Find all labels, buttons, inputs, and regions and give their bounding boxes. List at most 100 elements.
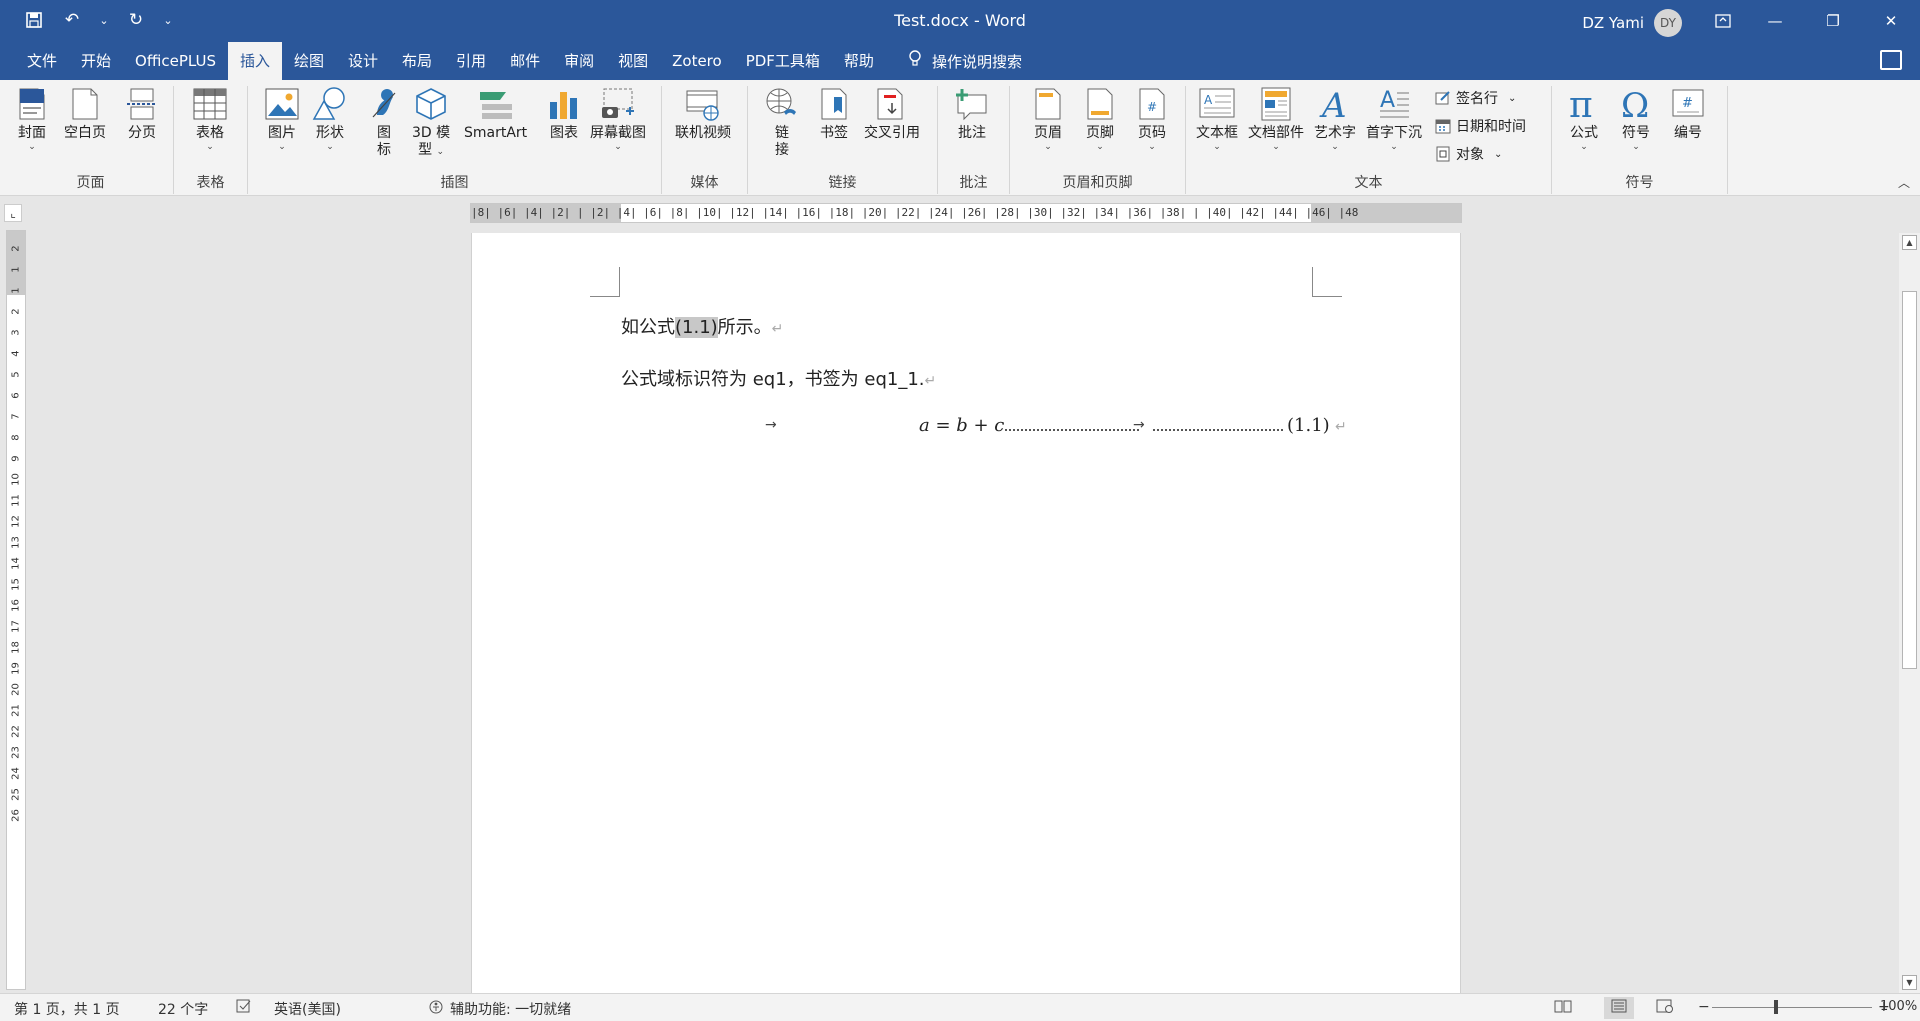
- date-time-button[interactable]: 日期和时间: [1434, 116, 1526, 136]
- header-button[interactable]: 页眉 ⌄: [1030, 86, 1066, 152]
- word-count[interactable]: 22 个字: [158, 999, 208, 1019]
- tab-zotero[interactable]: Zotero: [660, 42, 734, 80]
- undo-dropdown-icon[interactable]: ⌄: [98, 8, 110, 32]
- chart-button[interactable]: 图表: [546, 86, 582, 142]
- link-button[interactable]: 链 接: [764, 86, 800, 159]
- online-video-button[interactable]: 联机视频: [675, 86, 731, 142]
- crop-mark-top-right: [1312, 267, 1342, 297]
- smartart-button[interactable]: SmartArt: [464, 86, 527, 142]
- redo-icon[interactable]: ↻: [124, 8, 148, 32]
- paragraph-field-info[interactable]: 公式域标识符为 eq1，书签为 eq1_1.↵: [621, 365, 936, 391]
- zoom-slider[interactable]: [1712, 1007, 1872, 1008]
- signature-line-button[interactable]: 签名行 ⌄: [1434, 88, 1516, 108]
- page-number-button[interactable]: # 页码 ⌄: [1134, 86, 1170, 152]
- chevron-down-icon: ⌄: [278, 142, 286, 152]
- equation[interactable]: a = b + c: [919, 415, 1004, 436]
- vertical-ruler-tick: 23: [10, 746, 22, 759]
- shapes-button[interactable]: 形状 ⌄: [312, 86, 348, 152]
- blank-page-button[interactable]: 空白页: [64, 86, 106, 142]
- paragraph-reference[interactable]: 如公式(1.1)所示。↵: [621, 313, 783, 339]
- icons-button[interactable]: 图 标: [366, 86, 402, 159]
- tab-review[interactable]: 审阅: [552, 42, 606, 80]
- ribbon-display-options-icon[interactable]: [1700, 0, 1746, 42]
- new-comment-button[interactable]: 批注: [954, 86, 990, 142]
- document-page[interactable]: 如公式(1.1)所示。↵ 公式域标识符为 eq1，书签为 eq1_1.↵ → a…: [471, 233, 1461, 993]
- text-box-button[interactable]: A 文本框 ⌄: [1196, 86, 1238, 152]
- page-count[interactable]: 第 1 页，共 1 页: [14, 999, 120, 1019]
- group-label-illustrations: 插图: [440, 175, 469, 191]
- numbering-button[interactable]: # 编号: [1670, 86, 1706, 142]
- save-icon[interactable]: [22, 8, 46, 32]
- ribbon-insert: 封面 ⌄ 空白页 分页 页面 表格 ⌄ 表格 图片 ⌄ 形状 ⌄ 图 标 3D …: [0, 80, 1920, 196]
- page-break-button[interactable]: 分页: [124, 86, 160, 142]
- pictures-button[interactable]: 图片 ⌄: [264, 86, 300, 152]
- tab-file[interactable]: 文件: [15, 42, 69, 80]
- equation-line[interactable]: → a = b + c → (1.1) ↵: [621, 413, 1347, 439]
- page-number-icon: #: [1134, 86, 1170, 122]
- zoom-level[interactable]: 100%: [1880, 999, 1917, 1014]
- accessibility-icon[interactable]: [428, 999, 444, 1019]
- vertical-ruler-tick: 17: [10, 620, 22, 633]
- print-layout-icon[interactable]: [1604, 997, 1634, 1019]
- tab-references[interactable]: 引用: [444, 42, 498, 80]
- cross-reference-button[interactable]: 交叉引用: [864, 86, 920, 142]
- close-icon[interactable]: ✕: [1862, 0, 1920, 42]
- customize-qat-icon[interactable]: ⌄: [162, 8, 174, 32]
- vertical-scrollbar[interactable]: ▲ ▼: [1899, 233, 1920, 993]
- vertical-ruler-tick: 1: [10, 266, 22, 273]
- quick-parts-button[interactable]: 文档部件 ⌄: [1248, 86, 1304, 152]
- tab-design[interactable]: 设计: [336, 42, 390, 80]
- accessibility-status[interactable]: 辅助功能: 一切就绪: [450, 999, 571, 1019]
- tab-insert[interactable]: 插入: [227, 42, 282, 80]
- chevron-down-icon: ⌄: [1096, 142, 1104, 152]
- equation-button[interactable]: π 公式 ⌄: [1566, 86, 1602, 152]
- symbol-button[interactable]: Ω 符号 ⌄: [1618, 86, 1654, 152]
- read-mode-icon[interactable]: [1554, 999, 1572, 1017]
- scroll-down-icon[interactable]: ▼: [1902, 975, 1917, 990]
- bookmark-icon: [816, 86, 852, 122]
- tab-view[interactable]: 视图: [606, 42, 660, 80]
- vertical-ruler-tick: 10: [10, 473, 22, 486]
- bookmark-button[interactable]: 书签: [816, 86, 852, 142]
- equation-ref-field[interactable]: (1.1): [675, 317, 718, 338]
- minimize-icon[interactable]: —: [1746, 0, 1804, 42]
- scroll-up-icon[interactable]: ▲: [1902, 235, 1917, 250]
- vertical-ruler[interactable]: 2 1 1 2 3 4 5 6 7 8 9 10 11 12 13 14 15 16 17 18 19 20 21 22 23 2…: [6, 230, 26, 990]
- tab-arrow: →: [1133, 417, 1145, 433]
- tab-officeplus[interactable]: OfficePLUS: [123, 42, 228, 80]
- tab-home[interactable]: 开始: [69, 42, 123, 80]
- scroll-thumb[interactable]: [1902, 291, 1917, 669]
- tab-layout[interactable]: 布局: [390, 42, 444, 80]
- undo-icon[interactable]: ↶: [60, 8, 84, 32]
- footer-button[interactable]: 页脚 ⌄: [1082, 86, 1118, 152]
- zoom-slider-thumb[interactable]: [1774, 1000, 1778, 1014]
- cover-page-button[interactable]: 封面 ⌄: [14, 86, 50, 152]
- language[interactable]: 英语(美国): [274, 999, 341, 1019]
- tab-selector[interactable]: ⌞: [4, 204, 22, 222]
- horizontal-ruler[interactable]: |8| |6| |4| |2| | |2| |4| |6| |8| |10| |…: [470, 203, 1462, 223]
- web-layout-icon[interactable]: [1656, 999, 1674, 1017]
- avatar[interactable]: DY: [1654, 9, 1682, 37]
- comments-icon[interactable]: [1880, 50, 1902, 70]
- tab-pdf-toolbox[interactable]: PDF工具箱: [734, 42, 832, 80]
- object-button[interactable]: 对象 ⌄: [1434, 144, 1502, 164]
- tab-mailings[interactable]: 邮件: [498, 42, 552, 80]
- wordart-button[interactable]: A 艺术字 ⌄: [1314, 86, 1356, 152]
- 3d-models-button[interactable]: 3D 模 型 ⌄: [412, 86, 450, 159]
- user-account[interactable]: DZ Yami DY: [1582, 9, 1682, 37]
- group-media: 联机视频 媒体: [662, 86, 748, 194]
- screenshot-button[interactable]: 屏幕截图 ⌄: [590, 86, 646, 152]
- ribbon-tabs: 文件 开始 OfficePLUS 插入 绘图 设计 布局 引用 邮件 审阅 视图…: [15, 42, 1022, 80]
- restore-icon[interactable]: ❐: [1804, 0, 1862, 42]
- table-button[interactable]: 表格 ⌄: [192, 86, 228, 152]
- vertical-ruler-tick: 12: [10, 515, 22, 528]
- collapse-ribbon-icon[interactable]: ︿: [1898, 174, 1910, 191]
- drop-cap-button[interactable]: A 首字下沉 ⌄: [1366, 86, 1422, 152]
- tab-help[interactable]: 帮助: [832, 42, 886, 80]
- vertical-ruler-tick: 5: [10, 371, 22, 378]
- zoom-out-icon[interactable]: −: [1698, 999, 1710, 1015]
- cube-icon: [413, 86, 449, 122]
- tell-me-search[interactable]: 操作说明搜索: [886, 42, 1022, 80]
- proofing-icon[interactable]: [236, 999, 252, 1017]
- tab-draw[interactable]: 绘图: [282, 42, 336, 80]
